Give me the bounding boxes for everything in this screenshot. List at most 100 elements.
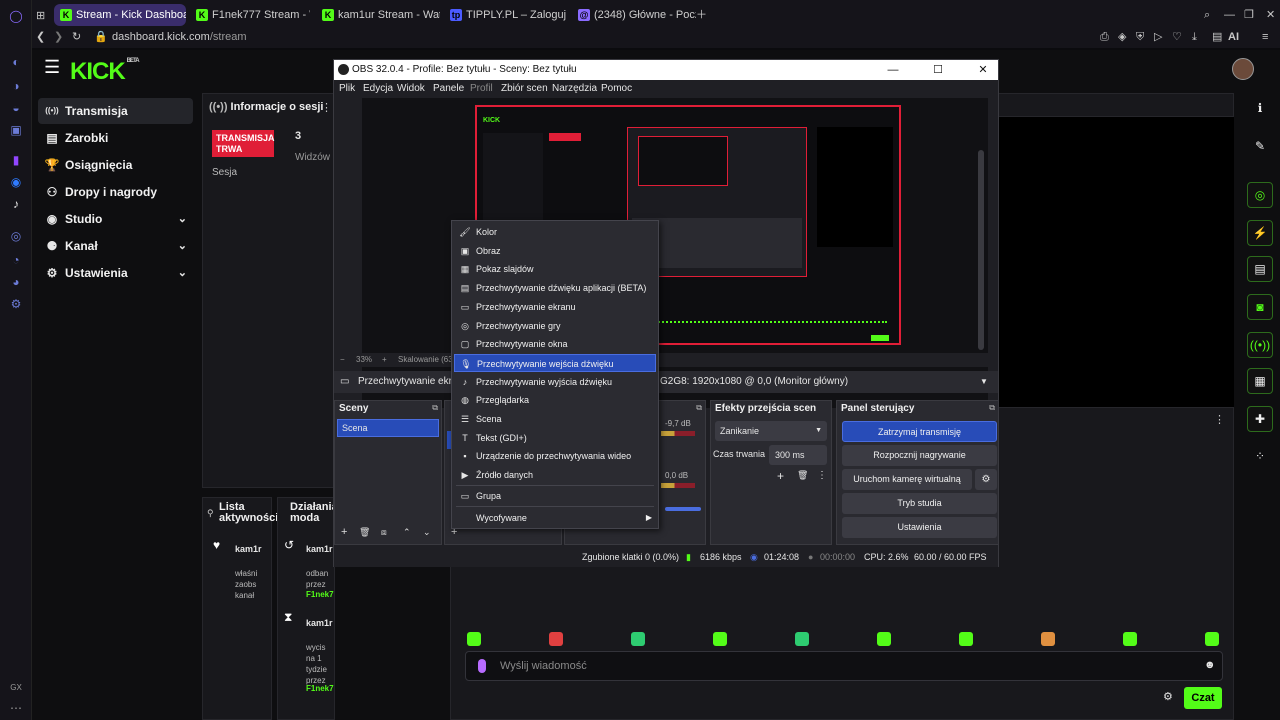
sidebar-app-icon[interactable]: ◒ xyxy=(8,100,24,116)
menu-item[interactable]: ◍ Przeglądarka xyxy=(454,391,656,409)
close-icon[interactable]: ✕ xyxy=(968,60,998,80)
nav-item-studio[interactable]: ◉ Studio ⌄ xyxy=(38,206,193,232)
microphone-icon[interactable] xyxy=(478,659,486,673)
hamburger-menu-icon[interactable]: ☰ xyxy=(44,58,60,76)
browser-tab[interactable]: KF1nek777 Stream - Watch xyxy=(190,4,310,26)
add-transition-icon[interactable]: + xyxy=(777,469,784,483)
menu-item[interactable]: ▪ Urządzenie do przechwytywania wideo xyxy=(454,447,656,465)
snapshot-icon[interactable]: ⎙ xyxy=(1100,30,1109,44)
emote-icon[interactable] xyxy=(959,632,973,646)
dock-float-icon[interactable]: ⧉ xyxy=(989,403,995,413)
move-down-icon[interactable]: ⌄ xyxy=(423,527,431,538)
control-button[interactable]: Rozpocznij nagrywanie xyxy=(842,445,997,466)
nav-item-kanał[interactable]: ⚈ Kanał ⌄ xyxy=(38,233,193,259)
menu-item[interactable]: ▣ Obraz xyxy=(454,242,656,260)
move-up-icon[interactable]: ⌃ xyxy=(403,527,411,538)
edit-icon[interactable]: ✎ xyxy=(1247,134,1273,160)
heart-icon[interactable]: ♡ xyxy=(1172,30,1182,44)
minimize-icon[interactable]: — xyxy=(1224,8,1235,22)
nav-item-osiągnięcia[interactable]: 🏆 Osiągnięcia xyxy=(38,152,193,178)
avatar[interactable] xyxy=(1232,58,1254,80)
zoom-out-button[interactable]: − xyxy=(340,355,345,364)
control-button[interactable]: Zatrzymaj transmisję xyxy=(842,421,997,442)
filter-icon[interactable]: ⧈ xyxy=(381,527,387,538)
close-icon[interactable]: ✕ xyxy=(1266,8,1275,22)
more-icon[interactable]: ⋯ xyxy=(8,700,24,716)
menu-item[interactable]: T Tekst (GDI+) xyxy=(454,429,656,447)
browser-tab[interactable]: Kkam1ur Stream - Watch Li xyxy=(316,4,440,26)
transition-more-icon[interactable]: ⋮ xyxy=(817,470,827,481)
download-icon[interactable]: ⤓ xyxy=(1192,30,1197,44)
extension-icon[interactable]: ◈ xyxy=(1118,30,1126,44)
menu-item[interactable]: ▶ Źródło danych xyxy=(454,466,656,484)
menu-item-group[interactable]: ▭ Grupa xyxy=(454,487,656,505)
chat-send-button[interactable]: Czat xyxy=(1184,687,1222,709)
search-icon[interactable]: ⌕ xyxy=(1204,8,1210,22)
obs-menu-item[interactable]: Widok xyxy=(397,83,425,94)
nav-item-ustawienia[interactable]: ⚙ Ustawienia ⌄ xyxy=(38,260,193,286)
layout-icon[interactable]: ▦ xyxy=(1247,368,1273,394)
control-button[interactable]: Tryb studia xyxy=(842,493,997,514)
tiktok-icon[interactable]: ♪ xyxy=(8,196,24,212)
emote-icon[interactable] xyxy=(795,632,809,646)
opera-logo-icon[interactable]: ◯ xyxy=(8,8,24,24)
dock-float-icon[interactable]: ⧉ xyxy=(432,403,438,413)
menu-item-deprecated[interactable]: Wycofywane ▶ xyxy=(454,509,656,527)
minimize-icon[interactable]: — xyxy=(878,60,908,80)
obs-menu-item[interactable]: Profil xyxy=(470,83,493,94)
volume-slider[interactable] xyxy=(665,507,701,511)
chat-input[interactable]: Wyślij wiadomość ☻ xyxy=(465,651,1223,681)
control-button[interactable]: Ustawienia xyxy=(842,517,997,538)
emote-icon[interactable] xyxy=(1123,632,1137,646)
menu-item[interactable]: ▦ Pokaz slajdów xyxy=(454,260,656,278)
obs-menu-item[interactable]: Zbiór scen xyxy=(501,83,548,94)
sidebar-app-icon[interactable]: ◔ xyxy=(8,252,24,268)
sidebar-app-icon[interactable]: ◑ xyxy=(8,78,24,94)
nav-item-dropy-i-nagrody[interactable]: ⚇ Dropy i nagrody xyxy=(38,179,193,205)
scene-item[interactable]: Scena xyxy=(337,419,439,437)
obs-menu-item[interactable]: Narzędzia xyxy=(552,83,597,94)
transition-select[interactable]: Zanikanie ▼ xyxy=(715,421,827,441)
sidebar-app-icon[interactable]: ◐ xyxy=(8,54,24,70)
focus-icon[interactable]: ◎ xyxy=(1247,182,1273,208)
emote-icon[interactable] xyxy=(877,632,891,646)
browser-tab[interactable]: tpTIPPLY.PL – Zaloguj się xyxy=(444,4,568,26)
back-icon[interactable]: ❮ xyxy=(36,30,45,44)
lightning-icon[interactable]: ⚡ xyxy=(1247,220,1273,246)
display-select[interactable]: G2G8: 1920x1080 @ 0,0 (Monitor główny) xyxy=(660,371,848,393)
nav-item-transmisja[interactable]: ((•)) Transmisja xyxy=(38,98,193,124)
chevron-down-icon[interactable]: ▼ xyxy=(980,371,988,393)
obs-menu-item[interactable]: Plik xyxy=(339,83,355,94)
menu-item[interactable]: 🖌 Kolor xyxy=(454,223,656,241)
emote-icon[interactable] xyxy=(1041,632,1055,646)
new-tab-icon[interactable]: ＋ xyxy=(696,8,707,22)
twitch-icon[interactable]: ▮ xyxy=(8,152,24,168)
emote-icon[interactable] xyxy=(1205,632,1219,646)
obs-menu-item[interactable]: Panele xyxy=(433,83,464,94)
maximize-icon[interactable]: ☐ xyxy=(923,60,953,80)
workspace-icon[interactable]: ⊞ xyxy=(36,9,45,23)
menu-item[interactable]: ☰ Scena xyxy=(454,410,656,428)
maximize-icon[interactable]: ❐ xyxy=(1244,8,1254,22)
menu-item[interactable]: 🎙 Przechwytywanie wejścia dźwięku xyxy=(454,353,656,372)
add-scene-icon[interactable]: + xyxy=(341,526,347,538)
menu-icon[interactable]: ≡ xyxy=(1262,30,1268,44)
notes-icon[interactable]: ▤ xyxy=(1247,256,1273,282)
mod-user[interactable]: kam1r xyxy=(306,618,333,628)
obs-menu-item[interactable]: Pomoc xyxy=(601,83,632,94)
sidebar-app-icon[interactable]: ▣ xyxy=(8,122,24,138)
mod-user[interactable]: kam1r xyxy=(306,544,333,554)
menu-item[interactable]: ▢ Przechwytywanie okna xyxy=(454,335,656,353)
sidebar-app-icon[interactable]: ◎ xyxy=(8,228,24,244)
remove-scene-icon[interactable]: 🗑 xyxy=(359,527,370,538)
settings-icon[interactable]: ⚙ xyxy=(8,296,24,312)
menu-item[interactable]: ♪ Przechwytywanie wyjścia dźwięku xyxy=(454,373,656,391)
duration-spinbox[interactable]: 300 ms xyxy=(769,445,827,465)
control-button[interactable]: Uruchom kamerę wirtualną xyxy=(842,469,972,490)
obs-menu-item[interactable]: Edycja xyxy=(363,83,393,94)
broadcast-icon[interactable]: ((•)) xyxy=(1247,332,1273,358)
emoji-icon[interactable]: ☻ xyxy=(1204,659,1216,671)
nav-item-zarobki[interactable]: ▤ Zarobki xyxy=(38,125,193,151)
mod-name[interactable]: F1nek7 xyxy=(306,684,334,693)
messenger-icon[interactable]: ◉ xyxy=(8,174,24,190)
